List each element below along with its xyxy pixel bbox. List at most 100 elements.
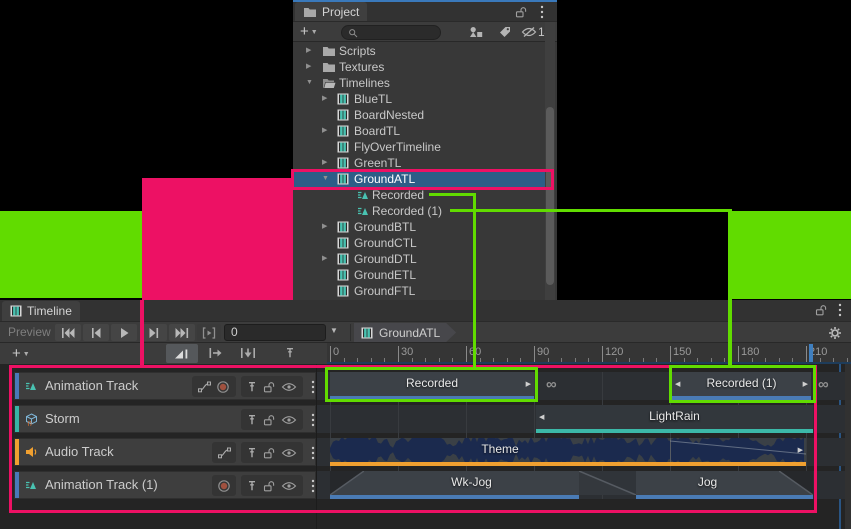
clip-lightrain[interactable]: LightRain◀ <box>536 405 813 433</box>
tree-item-recorded-1[interactable]: Recorded (1) <box>293 203 545 219</box>
tree-item-groundatl[interactable]: ▼GroundATL <box>293 171 545 187</box>
replace-mode-icon[interactable] <box>240 347 256 359</box>
goto-end-button[interactable] <box>169 324 195 341</box>
pin-toggle-pin-icon[interactable] <box>247 480 257 492</box>
tree-item-groundftl[interactable]: GroundFTL <box>293 283 545 299</box>
lock-toggle-lock-open-icon[interactable] <box>263 447 275 459</box>
play-range-button[interactable] <box>197 324 221 341</box>
clip-track-strip <box>672 396 811 400</box>
project-scrollbar[interactable] <box>545 22 555 300</box>
record-button[interactable] <box>217 479 231 493</box>
tree-expand-arrow[interactable]: ▶ <box>322 123 327 139</box>
pin-toggle-pin-icon[interactable] <box>247 414 257 426</box>
clip-ease-in <box>330 471 364 495</box>
lock-toggle-lock-open-icon[interactable] <box>263 480 275 492</box>
tree-item-groundctl[interactable]: GroundCTL <box>293 235 545 251</box>
tree-item-bluetl[interactable]: ▶BlueTL <box>293 91 545 107</box>
timeline-end-marker[interactable] <box>809 344 813 362</box>
curves-button[interactable] <box>198 381 211 393</box>
track-header-storm[interactable]: {}Storm <box>14 405 316 433</box>
timeline-vscrollbar[interactable] <box>845 364 851 529</box>
lock-toggle-lock-open-icon[interactable] <box>263 381 275 393</box>
timeline-settings-gear-icon[interactable] <box>828 326 842 340</box>
tree-expand-arrow[interactable]: ▶ <box>322 91 327 107</box>
track-option-buttons <box>212 442 236 463</box>
frame-field-dropdown-icon[interactable]: ▼ <box>330 326 338 335</box>
clip-in-arrow-icon[interactable]: ◀ <box>539 413 544 423</box>
track-header-audio-track[interactable]: Audio Track <box>14 438 316 466</box>
tree-expand-arrow[interactable]: ▶ <box>306 43 311 59</box>
clip-jog[interactable]: Jog <box>636 471 813 499</box>
preview-button[interactable]: Preview <box>8 325 51 339</box>
tree-item-groundbtl[interactable]: ▶GroundBTL <box>293 219 545 235</box>
timeline-ruler[interactable]: 0306090120150180210 <box>327 343 851 364</box>
tree-item-label: Textures <box>339 59 384 75</box>
tree-item-groundetl[interactable]: GroundETL <box>293 267 545 283</box>
prev-frame-button[interactable] <box>83 324 109 341</box>
tab-timeline[interactable]: Timeline <box>2 301 80 321</box>
next-frame-button[interactable] <box>141 324 167 341</box>
clip-in-arrow-icon[interactable]: ◀ <box>675 380 680 390</box>
project-scrollbar-thumb[interactable] <box>546 107 554 285</box>
pin-toggle-pin-icon[interactable] <box>247 381 257 393</box>
mute-toggle-eye-icon[interactable] <box>281 481 297 491</box>
track-name: Animation Track <box>45 373 138 399</box>
mute-toggle-eye-icon[interactable] <box>281 382 297 392</box>
track-menu-icon[interactable] <box>311 413 315 427</box>
tree-item-label: Recorded (1) <box>372 203 442 219</box>
breadcrumb[interactable]: GroundATL <box>354 323 456 342</box>
track-menu-icon[interactable] <box>311 446 315 460</box>
clip-track-strip <box>330 495 579 499</box>
track-header-animation-track-1[interactable]: Animation Track (1) <box>14 471 316 499</box>
timeline-menu-icon[interactable] <box>838 303 842 317</box>
clip-recorded-1[interactable]: Recorded (1)◀▶ <box>672 372 811 400</box>
mute-toggle-eye-icon[interactable] <box>281 415 297 425</box>
mute-toggle-eye-icon[interactable] <box>281 448 297 458</box>
curves-button[interactable] <box>218 447 231 459</box>
mix-mode-button[interactable] <box>166 344 198 363</box>
clip-out-arrow-icon[interactable]: ▶ <box>798 446 803 456</box>
tree-item-flyovertimeline[interactable]: FlyOverTimeline <box>293 139 545 155</box>
tree-expand-arrow[interactable]: ▶ <box>322 251 327 267</box>
clip-wk-jog[interactable]: Wk-Jog <box>330 471 636 499</box>
breadcrumb-label: GroundATL <box>379 326 440 340</box>
ruler-major-tick <box>534 346 535 363</box>
track-color-stripe <box>15 472 19 498</box>
timeline-add-button[interactable]: + ▼ <box>12 344 30 364</box>
clip-out-arrow-icon[interactable]: ▶ <box>526 380 531 390</box>
goto-start-button[interactable] <box>55 324 81 341</box>
tree-item-label: Scripts <box>339 43 376 59</box>
record-button[interactable] <box>216 380 230 394</box>
ripple-mode-icon[interactable] <box>208 347 224 359</box>
play-button[interactable] <box>111 324 137 341</box>
tree-expand-arrow[interactable]: ▼ <box>306 75 313 91</box>
tree-expand-arrow[interactable]: ▼ <box>322 171 329 187</box>
pin-toggle-pin-icon[interactable] <box>247 447 257 459</box>
clip-theme[interactable]: Theme▶ <box>330 438 806 466</box>
tree-item-grounddtl[interactable]: ▶GroundDTL <box>293 251 545 267</box>
lock-toggle-lock-open-icon[interactable] <box>263 414 275 426</box>
track-header-animation-track[interactable]: Animation Track <box>14 372 316 400</box>
tree-item-timelines[interactable]: ▼Timelines <box>293 75 545 91</box>
tree-item-scripts[interactable]: ▶ Scripts <box>293 43 545 59</box>
timeline-lock-icon[interactable] <box>815 304 827 316</box>
tree-item-greentl[interactable]: ▶ GreenTL <box>293 155 545 171</box>
ruler-major-tick <box>602 346 603 363</box>
tree-item-textures[interactable]: ▶ Textures <box>293 59 545 75</box>
hold-indicator-2: ∞ <box>818 376 829 393</box>
track-menu-icon[interactable] <box>311 380 315 394</box>
tree-item-recorded[interactable]: Recorded <box>293 187 545 203</box>
tree-item-boardnested[interactable]: BoardNested <box>293 107 545 123</box>
tree-item-label: GreenTL <box>354 155 401 171</box>
tree-expand-arrow[interactable]: ▶ <box>306 59 311 75</box>
ruler-pin-icon[interactable] <box>285 347 295 359</box>
tree-expand-arrow[interactable]: ▶ <box>322 155 327 171</box>
tree-item-boardtl[interactable]: ▶BoardTL <box>293 123 545 139</box>
track-menu-icon[interactable] <box>311 479 315 493</box>
tree-item-label: GroundCTL <box>354 235 417 251</box>
frame-field[interactable]: 0 <box>224 324 326 341</box>
tree-expand-arrow[interactable]: ▶ <box>322 219 327 235</box>
timeline-panel: Timeline Preview 0 ▼ GroundATL <box>0 300 851 529</box>
clip-recorded[interactable]: Recorded▶ <box>330 372 534 400</box>
clip-out-arrow-icon[interactable]: ▶ <box>803 380 808 390</box>
